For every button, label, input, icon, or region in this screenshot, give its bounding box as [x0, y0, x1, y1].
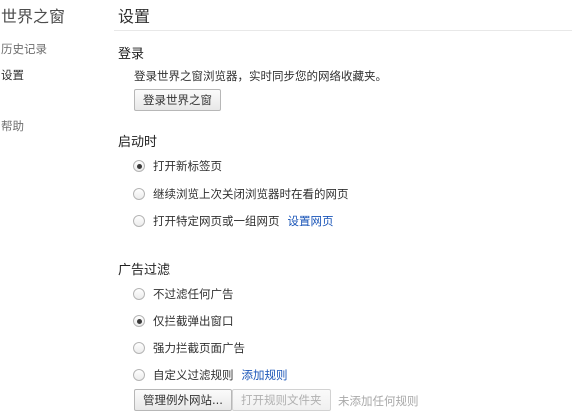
- header-divider: [114, 30, 572, 31]
- adfilter-section-title: 广告过滤: [118, 263, 171, 278]
- login-section-title: 登录: [118, 47, 145, 62]
- startup-section-title: 启动时: [118, 135, 158, 150]
- manage-exceptions-button[interactable]: 管理例外网站...: [134, 389, 232, 411]
- radio-label: 强力拦截页面广告: [153, 341, 245, 355]
- sidebar-item-help[interactable]: 帮助: [1, 118, 24, 134]
- adfilter-option-popups[interactable]: 仅拦截弹出窗口: [133, 313, 234, 329]
- login-button[interactable]: 登录世界之窗: [134, 89, 221, 111]
- radio-dot: [136, 318, 142, 324]
- open-rules-folder-button[interactable]: 打开规则文件夹: [232, 389, 331, 411]
- adfilter-option-strong[interactable]: 强力拦截页面广告: [133, 340, 245, 356]
- radio-label: 仅拦截弹出窗口: [153, 314, 234, 328]
- startup-option-specific-pages[interactable]: 打开特定网页或一组网页 设置网页: [133, 213, 334, 229]
- login-description: 登录世界之窗浏览器，实时同步您的网络收藏夹。: [134, 69, 387, 83]
- radio-label: 自定义过滤规则: [153, 368, 234, 382]
- radio-button[interactable]: [133, 369, 145, 381]
- page-title: 设置: [118, 7, 151, 26]
- radio-label: 不过滤任何广告: [153, 287, 234, 301]
- startup-option-new-tab[interactable]: 打开新标签页: [133, 158, 222, 174]
- radio-label: 打开特定网页或一组网页: [153, 214, 280, 228]
- adfilter-option-none[interactable]: 不过滤任何广告: [133, 286, 234, 302]
- startup-option-continue[interactable]: 继续浏览上次关闭浏览器时在看的网页: [133, 186, 349, 202]
- set-pages-link[interactable]: 设置网页: [288, 213, 334, 229]
- add-rule-link[interactable]: 添加规则: [242, 367, 288, 383]
- radio-button[interactable]: [133, 288, 145, 300]
- app-title: 世界之窗: [1, 7, 66, 26]
- radio-button[interactable]: [133, 342, 145, 354]
- radio-label: 打开新标签页: [153, 159, 222, 173]
- adfilter-option-custom[interactable]: 自定义过滤规则 添加规则: [133, 367, 288, 383]
- radio-button[interactable]: [133, 315, 145, 327]
- radio-button[interactable]: [133, 160, 145, 172]
- radio-button[interactable]: [133, 188, 145, 200]
- no-rules-text: 未添加任何规则: [338, 394, 419, 408]
- radio-dot: [136, 163, 142, 169]
- radio-button[interactable]: [133, 215, 145, 227]
- radio-label: 继续浏览上次关闭浏览器时在看的网页: [153, 187, 349, 201]
- sidebar-item-settings[interactable]: 设置: [1, 67, 24, 83]
- sidebar-item-history[interactable]: 历史记录: [1, 41, 47, 57]
